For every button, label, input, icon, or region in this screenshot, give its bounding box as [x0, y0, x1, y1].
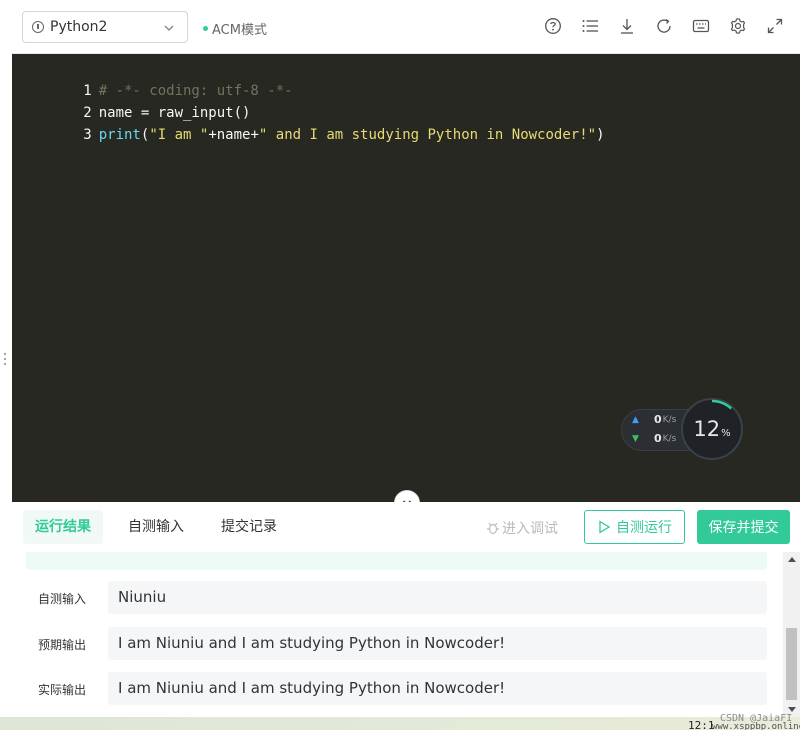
- result-panel: 自测输入 Niuniu 预期输出 I am Niuniu and I am st…: [12, 552, 783, 717]
- expand-icon[interactable]: [766, 17, 784, 35]
- play-icon: [599, 520, 611, 534]
- upload-speed: ▲ 0 K/s: [632, 413, 677, 426]
- result-label: 实际输出: [38, 683, 87, 697]
- bug-icon: [487, 522, 499, 535]
- scroll-down-icon[interactable]: [788, 707, 796, 712]
- result-value: Niuniu: [108, 581, 767, 614]
- language-label: Python2: [50, 19, 108, 35]
- result-value: I am Niuniu and I am studying Python in …: [108, 627, 767, 660]
- keyboard-icon[interactable]: [692, 17, 710, 35]
- acm-mode-label[interactable]: ACM模式: [203, 19, 267, 38]
- result-tabs-bar: 运行结果 自测输入 提交记录 进入调试 自测运行 保存并提交: [12, 502, 800, 552]
- status-strip: [26, 552, 767, 570]
- code-line: 3 print("I am "+name+" and I am studying …: [12, 102, 604, 143]
- result-label: 自测输入: [38, 592, 87, 606]
- result-label: 预期输出: [38, 638, 87, 652]
- language-select[interactable]: Python2: [22, 11, 188, 43]
- tab-submission-history[interactable]: 提交记录: [209, 510, 289, 544]
- download-arrow-icon: ▼: [632, 433, 639, 444]
- result-scrollbar[interactable]: [783, 552, 800, 717]
- cpu-progress-arc: [711, 399, 733, 410]
- list-icon[interactable]: [581, 17, 599, 35]
- download-icon[interactable]: [618, 17, 636, 35]
- result-row-input: 自测输入 Niuniu: [12, 581, 783, 615]
- download-speed: ▼ 0 K/s: [632, 432, 677, 445]
- info-icon: [32, 21, 44, 33]
- code-function: print: [98, 127, 141, 143]
- save-submit-button[interactable]: 保存并提交: [697, 510, 790, 544]
- code-line: 2 name = raw_input(): [12, 80, 250, 121]
- result-row-actual: 实际输出 I am Niuniu and I am studying Pytho…: [12, 672, 783, 706]
- chevron-down-icon: [164, 25, 174, 31]
- code-line: 1 # -*- coding: utf-8 -*-: [12, 58, 292, 99]
- scroll-thumb[interactable]: [786, 628, 797, 700]
- self-test-run-button[interactable]: 自测运行: [584, 510, 685, 544]
- line-number: 3: [83, 127, 92, 143]
- watermark-url: www.xsppbp.online: [712, 722, 800, 730]
- code-operator: +name+: [208, 127, 259, 143]
- gear-icon[interactable]: [729, 17, 747, 35]
- result-value: I am Niuniu and I am studying Python in …: [108, 672, 767, 705]
- debug-button[interactable]: 进入调试: [486, 518, 558, 538]
- status-dot: [203, 26, 208, 31]
- code-paren: ): [596, 127, 605, 143]
- tab-run-result[interactable]: 运行结果: [23, 510, 103, 544]
- refresh-icon[interactable]: [655, 17, 673, 35]
- tab-self-test-input[interactable]: 自测输入: [116, 510, 196, 544]
- editor-toolbar: Python2 ACM模式: [12, 0, 800, 54]
- code-string: "I am ": [149, 127, 209, 143]
- result-row-expected: 预期输出 I am Niuniu and I am studying Pytho…: [12, 627, 783, 661]
- help-icon[interactable]: [544, 17, 562, 35]
- upload-arrow-icon: ▲: [632, 414, 639, 425]
- taskbar: [0, 717, 800, 730]
- resize-handle[interactable]: [3, 351, 7, 367]
- code-string: " and I am studying Python in Nowcoder!": [258, 127, 597, 143]
- scroll-up-icon[interactable]: [788, 557, 796, 562]
- taskbar-clock: 12:1: [688, 719, 715, 730]
